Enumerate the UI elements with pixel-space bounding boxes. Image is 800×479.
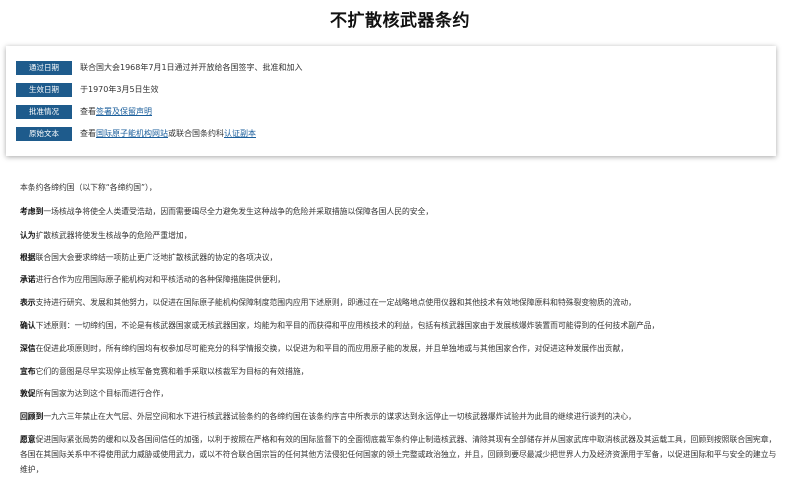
paragraph-lead: 考虑到 [20, 207, 44, 216]
paragraph-text: 所有国家为达到这个目标而进行合作， [35, 389, 169, 398]
paragraph-lead: 宣布 [20, 367, 36, 376]
original-text-label: 原始文本 [16, 127, 72, 141]
paragraph-text: 进行合作为应用国际原子能机构对和平核活动的各种保障措施提供便利， [35, 275, 286, 284]
info-row-effective: 生效日期 于1970年3月5日生效 [16, 83, 159, 97]
paragraph-lead: 回顾到 [20, 412, 44, 421]
preamble-paragraph: 考虑到一场核战争将使全人类遭受浩劫，因而需要竭尽全力避免发生这种战争的危险并采取… [20, 204, 782, 219]
effective-date-value: 于1970年3月5日生效 [80, 85, 159, 94]
info-row-ratification: 批准情况 查看签署及保留声明 [16, 105, 152, 119]
original-prefix: 查看 [80, 129, 96, 138]
treaty-info-card: 通过日期 联合国大会1968年7月1日通过并开放给各国签字、批准和加入 生效日期… [6, 46, 776, 156]
paragraph-text: 一场核战争将使全人类遭受浩劫，因而需要竭尽全力避免发生这种战争的危险并采取措施以… [43, 207, 434, 216]
preamble-paragraph: 敦促所有国家为达到这个目标而进行合作， [20, 386, 782, 401]
paragraph-text: 支持进行研究、发展和其他努力，以促进在国际原子能机构保障制度范围内应用下述原则，… [35, 298, 636, 307]
paragraph-text: 联合国大会要求缔结一项防止更广泛地扩散核武器的协定的各项决议， [35, 253, 278, 262]
preamble-intro: 本条约各缔约国（以下称“各缔约国”）， [20, 183, 157, 192]
paragraph-text: 在促进此项原则时，所有缔约国均有权参加尽可能充分的科学情报交换，以促进为和平目的… [35, 344, 629, 353]
paragraph-lead: 承诺 [20, 275, 36, 284]
info-row-adopted: 通过日期 联合国大会1968年7月1日通过并开放给各国签字、批准和加入 [16, 61, 303, 75]
ratification-prefix: 查看 [80, 107, 96, 116]
page-title: 不扩散核武器条约 [330, 11, 470, 31]
iaea-website-link[interactable]: 国际原子能机构网站 [96, 129, 168, 138]
original-text-value: 查看国际原子能机构网站或联合国条约科认证副本 [80, 127, 256, 141]
paragraph-lead: 认为 [20, 231, 36, 240]
paragraph-lead: 根据 [20, 253, 36, 262]
preamble-paragraph: 愿意促进国际紧张局势的缓和以及各国间信任的加强，以利于按照在严格和有效的国际监督… [20, 432, 782, 477]
paragraph-lead: 深信 [20, 344, 36, 353]
paragraph-text: 它们的意图是尽早实现停止核军备竞赛和着手采取以核裁军为目标的有效措施， [35, 367, 309, 376]
original-mid-text: 或联合国条约科 [168, 129, 224, 138]
paragraph-lead: 愿意 [20, 435, 36, 444]
preamble-paragraph: 承诺进行合作为应用国际原子能机构对和平核活动的各种保障措施提供便利， [20, 272, 782, 287]
adopted-date-label: 通过日期 [16, 61, 72, 75]
paragraph-text: 下述原则：一切缔约国，不论是有核武器国家或无核武器国家，均能为和平目的而获得和平… [35, 321, 660, 330]
preamble-paragraph: 确认下述原则：一切缔约国，不论是有核武器国家或无核武器国家，均能为和平目的而获得… [20, 318, 782, 333]
preamble-paragraph: 根据联合国大会要求缔结一项防止更广泛地扩散核武器的协定的各项决议， [20, 250, 782, 265]
preamble-paragraph: 宣布它们的意图是尽早实现停止核军备竞赛和着手采取以核裁军为目标的有效措施， [20, 364, 782, 379]
effective-date-label: 生效日期 [16, 83, 72, 97]
paragraph-lead: 表示 [20, 298, 36, 307]
paragraph-lead: 确认 [20, 321, 36, 330]
preamble-paragraph: 表示支持进行研究、发展和其他努力，以促进在国际原子能机构保障制度范围内应用下述原… [20, 295, 782, 310]
certified-copy-link[interactable]: 认证副本 [224, 129, 256, 138]
adopted-date-value: 联合国大会1968年7月1日通过并开放给各国签字、批准和加入 [80, 63, 303, 72]
info-row-original-text: 原始文本 查看国际原子能机构网站或联合国条约科认证副本 [16, 127, 256, 141]
paragraph-text: 扩散核武器将使发生核战争的危险严重增加， [35, 231, 192, 240]
paragraph-lead: 敦促 [20, 389, 36, 398]
paragraph-text: 促进国际紧张局势的缓和以及各国间信任的加强，以利于按照在严格和有效的国际监督下的… [20, 435, 777, 474]
signatures-reservations-link[interactable]: 签署及保留声明 [96, 107, 152, 116]
preamble-paragraph: 回顾到一九六三年禁止在大气层、外层空间和水下进行核武器试验条约的各缔约国在该条约… [20, 409, 782, 424]
preamble-paragraph: 认为扩散核武器将使发生核战争的危险严重增加， [20, 228, 782, 243]
preamble-paragraph: 深信在促进此项原则时，所有缔约国均有权参加尽可能充分的科学情报交换，以促进为和平… [20, 341, 782, 356]
paragraph-text: 一九六三年禁止在大气层、外层空间和水下进行核武器试验条约的各缔约国在该条约序言中… [43, 412, 636, 421]
ratification-value: 查看签署及保留声明 [80, 105, 152, 119]
ratification-label: 批准情况 [16, 105, 72, 119]
